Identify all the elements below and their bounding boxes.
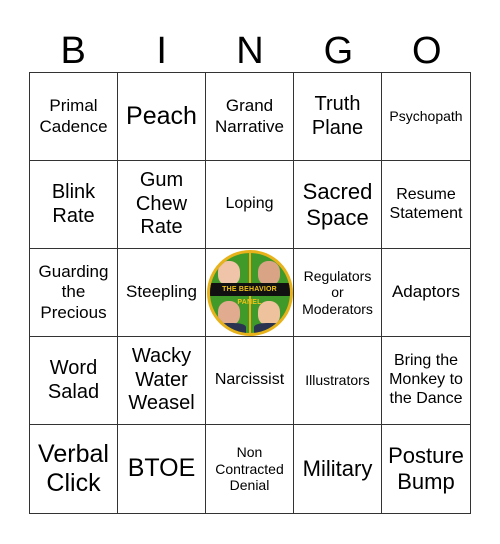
- header-letter-i: I: [156, 30, 167, 72]
- bingo-cell[interactable]: Resume Statement: [382, 161, 470, 249]
- bingo-cell[interactable]: Blink Rate: [30, 161, 118, 249]
- bingo-cell[interactable]: Grand Narrative: [206, 73, 294, 161]
- header-letter-o: O: [412, 30, 442, 72]
- bingo-cell[interactable]: Truth Plane: [294, 73, 382, 161]
- bingo-cell[interactable]: BTOE: [118, 425, 206, 513]
- bingo-cell[interactable]: Primal Cadence: [30, 73, 118, 161]
- bingo-cell[interactable]: Peach: [118, 73, 206, 161]
- bingo-cell[interactable]: Illustrators: [294, 337, 382, 425]
- bingo-cell[interactable]: Steepling: [118, 249, 206, 337]
- bingo-cell[interactable]: Adaptors: [382, 249, 470, 337]
- bingo-cell[interactable]: Wacky Water Weasel: [118, 337, 206, 425]
- free-space-cell[interactable]: THE BEHAVIOR PANEL: [206, 249, 294, 337]
- bingo-cell[interactable]: Loping: [206, 161, 294, 249]
- logo-banner: THE BEHAVIOR PANEL: [209, 282, 290, 306]
- bingo-cell[interactable]: Word Salad: [30, 337, 118, 425]
- bingo-cell[interactable]: Psychopath: [382, 73, 470, 161]
- bingo-cell[interactable]: Verbal Click: [30, 425, 118, 513]
- bingo-cell[interactable]: Regulators or Moderators: [294, 249, 382, 337]
- header-letter-b: B: [60, 30, 86, 72]
- bingo-cell[interactable]: Sacred Space: [294, 161, 382, 249]
- bingo-cell[interactable]: Non Contracted Denial: [206, 425, 294, 513]
- bingo-header: B I N G O: [29, 30, 471, 72]
- bingo-cell[interactable]: Narcissist: [206, 337, 294, 425]
- bingo-cell[interactable]: Posture Bump: [382, 425, 470, 513]
- bingo-cell[interactable]: Military: [294, 425, 382, 513]
- bingo-cell[interactable]: Gum Chew Rate: [118, 161, 206, 249]
- header-letter-n: N: [236, 30, 264, 72]
- behavior-panel-logo: THE BEHAVIOR PANEL: [206, 249, 293, 336]
- bingo-cell[interactable]: Bring the Monkey to the Dance: [382, 337, 470, 425]
- bingo-grid: Primal Cadence Peach Grand Narrative Tru…: [29, 72, 471, 514]
- header-letter-g: G: [323, 30, 354, 72]
- bingo-cell[interactable]: Guarding the Precious: [30, 249, 118, 337]
